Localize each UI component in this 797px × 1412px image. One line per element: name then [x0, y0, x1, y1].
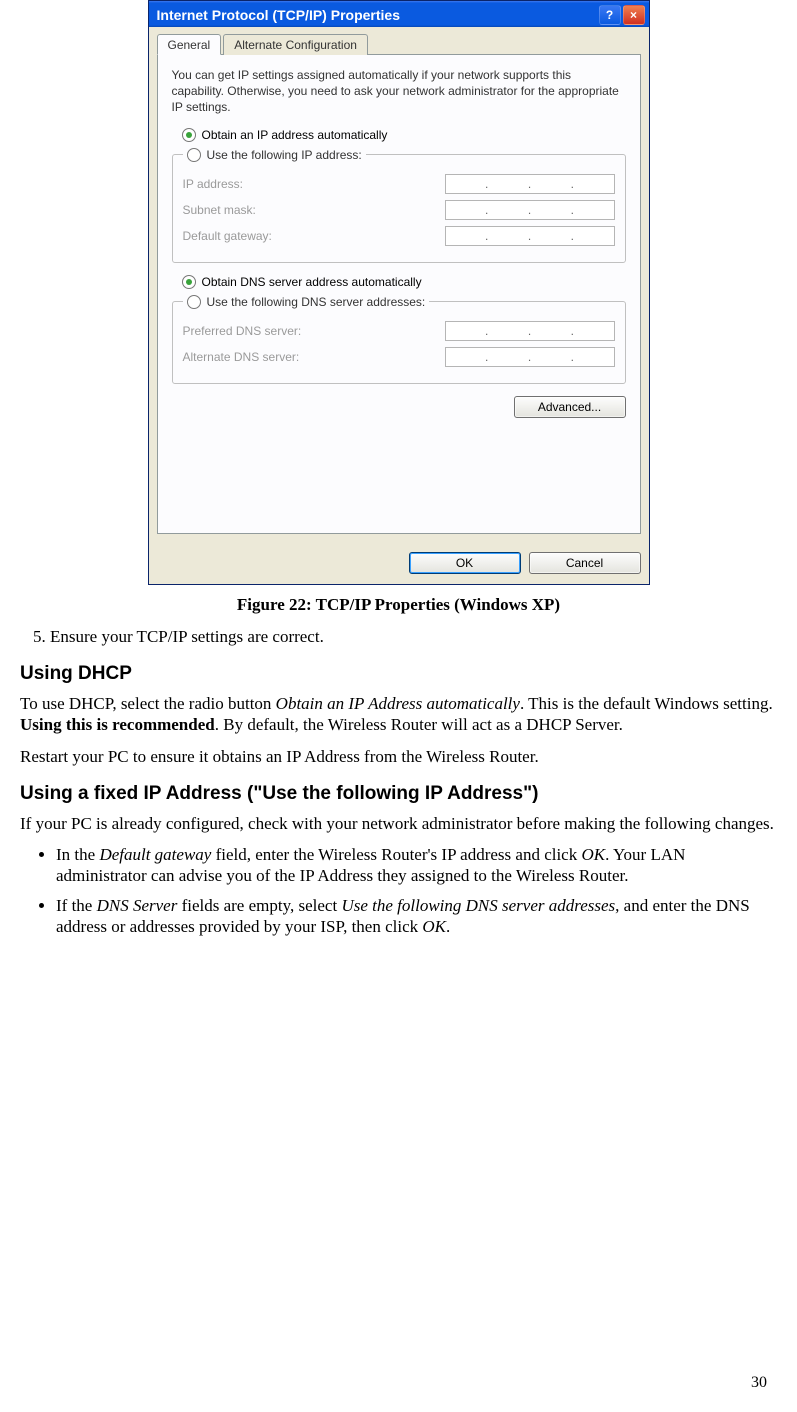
- radio-label: Obtain an IP address automatically: [202, 128, 388, 142]
- alternate-dns-input[interactable]: ...: [445, 347, 615, 367]
- heading-using-dhcp: Using DHCP: [20, 663, 777, 685]
- dialog-titlebar: Internet Protocol (TCP/IP) Properties ? …: [149, 1, 649, 27]
- paragraph-dhcp-1: To use DHCP, select the radio button Obt…: [20, 693, 777, 736]
- intro-text: You can get IP settings assigned automat…: [172, 67, 626, 116]
- subnet-mask-label: Subnet mask:: [183, 203, 256, 217]
- close-icon[interactable]: ×: [623, 5, 645, 25]
- preferred-dns-input[interactable]: ...: [445, 321, 615, 341]
- radio-use-following-ip[interactable]: Use the following IP address:: [183, 148, 366, 162]
- cancel-button[interactable]: Cancel: [529, 552, 641, 574]
- radio-icon: [187, 295, 201, 309]
- figure-caption: Figure 22: TCP/IP Properties (Windows XP…: [20, 595, 777, 615]
- dialog-title: Internet Protocol (TCP/IP) Properties: [157, 7, 400, 23]
- ip-address-input[interactable]: ...: [445, 174, 615, 194]
- radio-label: Obtain DNS server address automatically: [202, 275, 422, 289]
- preferred-dns-label: Preferred DNS server:: [183, 324, 302, 338]
- tab-alternate-configuration[interactable]: Alternate Configuration: [223, 34, 368, 55]
- page-number: 30: [751, 1374, 767, 1392]
- radio-label: Use the following IP address:: [207, 148, 362, 162]
- tab-general[interactable]: General: [157, 34, 222, 55]
- alternate-dns-label: Alternate DNS server:: [183, 350, 300, 364]
- radio-use-following-dns[interactable]: Use the following DNS server addresses:: [183, 295, 430, 309]
- paragraph-fixed-1: If your PC is already configured, check …: [20, 813, 777, 834]
- paragraph-dhcp-2: Restart your PC to ensure it obtains an …: [20, 746, 777, 767]
- radio-label: Use the following DNS server addresses:: [207, 295, 426, 309]
- tcpip-properties-dialog: Internet Protocol (TCP/IP) Properties ? …: [148, 0, 650, 585]
- radio-obtain-ip-auto[interactable]: Obtain an IP address automatically: [182, 128, 626, 142]
- group-manual-dns: Use the following DNS server addresses: …: [172, 295, 626, 384]
- group-manual-ip: Use the following IP address: IP address…: [172, 148, 626, 263]
- help-icon[interactable]: ?: [599, 5, 621, 25]
- radio-obtain-dns-auto[interactable]: Obtain DNS server address automatically: [182, 275, 626, 289]
- list-item: In the Default gateway field, enter the …: [56, 844, 777, 887]
- tab-pane-general: You can get IP settings assigned automat…: [157, 54, 641, 534]
- list-item: If the DNS Server fields are empty, sele…: [56, 895, 777, 938]
- default-gateway-input[interactable]: ...: [445, 226, 615, 246]
- radio-icon: [182, 128, 196, 142]
- radio-icon: [182, 275, 196, 289]
- default-gateway-label: Default gateway:: [183, 229, 272, 243]
- subnet-mask-input[interactable]: ...: [445, 200, 615, 220]
- radio-icon: [187, 148, 201, 162]
- heading-fixed-ip: Using a fixed IP Address ("Use the follo…: [20, 783, 777, 805]
- advanced-button[interactable]: Advanced...: [514, 396, 626, 418]
- ip-address-label: IP address:: [183, 177, 243, 191]
- ok-button[interactable]: OK: [409, 552, 521, 574]
- step-5: Ensure your TCP/IP settings are correct.: [50, 627, 777, 647]
